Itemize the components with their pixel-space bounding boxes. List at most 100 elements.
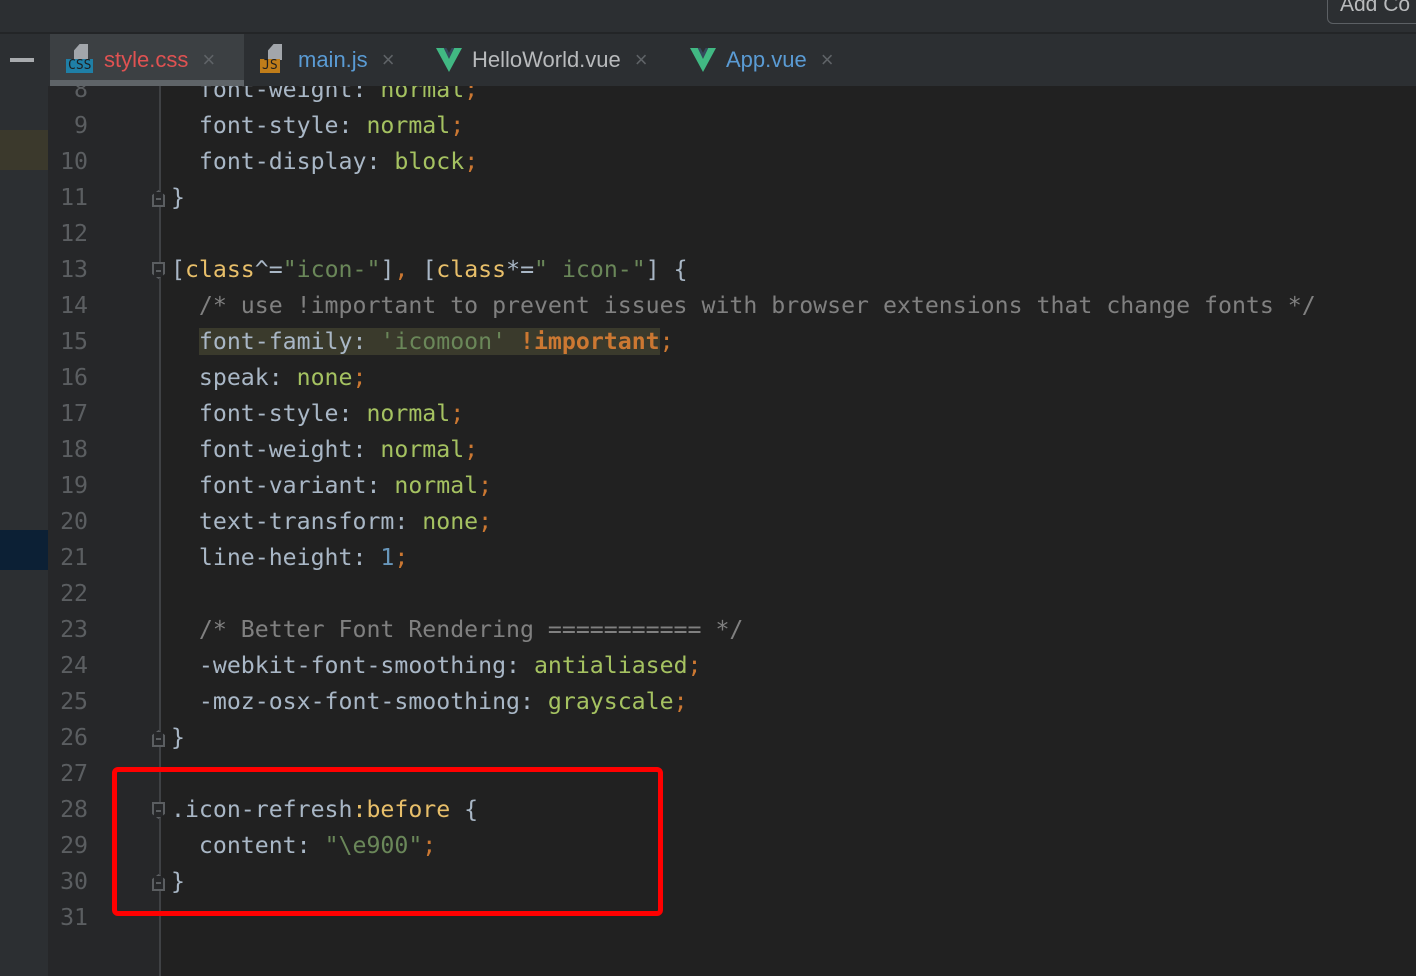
line-number: 15 (60, 328, 88, 355)
code-token: ] { (645, 256, 688, 283)
code-line: 25 -moz-osx-font-smoothing: grayscale; (0, 684, 1416, 720)
code-token: ; (464, 86, 479, 103)
code-text: font-style: normal; (171, 108, 464, 144)
code-token: " icon-" (534, 256, 646, 283)
code-text: font-display: block; (171, 144, 478, 180)
code-token: speak: (171, 364, 297, 391)
code-text: font-weight: normal; (171, 86, 478, 108)
code-text: } (171, 180, 185, 216)
code-token: ; (394, 544, 409, 571)
tab-label: App.vue (726, 47, 807, 72)
line-number: 29 (60, 832, 88, 859)
code-token: !important (520, 328, 660, 355)
tab-label: HelloWorld.vue (472, 47, 621, 72)
code-token: [ (171, 256, 185, 283)
code-token: font-weight (171, 86, 353, 103)
code-line: 24 -webkit-font-smoothing: antialiased; (0, 648, 1416, 684)
close-icon[interactable]: × (821, 47, 834, 73)
code-token: *= (506, 256, 535, 283)
code-line: 17 font-style: normal; (0, 396, 1416, 432)
line-number: 23 (60, 616, 88, 643)
code-token: font-weight: (171, 436, 381, 463)
line-number: 30 (60, 868, 88, 895)
code-line: 11} (0, 180, 1416, 216)
code-token: ; (687, 652, 702, 679)
code-token: ; (478, 472, 493, 499)
close-icon[interactable]: × (202, 47, 215, 73)
line-number: 16 (60, 364, 88, 391)
code-token: normal (380, 436, 465, 463)
code-token: antialiased (533, 652, 688, 679)
code-text: font-weight: normal; (171, 432, 478, 468)
code-token: "icon-" (282, 256, 381, 283)
code-token: font-style: (171, 400, 367, 427)
tab-label: main.js (298, 47, 368, 72)
vue-icon (436, 48, 462, 72)
code-text: } (171, 720, 185, 756)
minimize-icon[interactable] (10, 58, 34, 62)
top-toolbar: Add Co (0, 0, 1416, 34)
code-token: class (436, 256, 507, 283)
vue-icon (690, 48, 716, 72)
code-token: line-height: (171, 544, 381, 571)
line-number: 8 (74, 86, 88, 103)
code-token: ; (673, 688, 688, 715)
code-text: font-style: normal; (171, 396, 464, 432)
code-text: speak: none; (171, 360, 367, 396)
code-text: font-family: 'icomoon' !important; (171, 324, 674, 360)
line-number: 20 (60, 508, 88, 535)
code-token: ] (380, 256, 395, 283)
tab-main-js[interactable]: JS main.js × (244, 34, 418, 86)
line-number: 9 (74, 112, 88, 139)
code-text: text-transform: none; (171, 504, 492, 540)
line-number: 22 (60, 580, 88, 607)
tab-style-css[interactable]: CSS style.css × (50, 34, 244, 86)
tab-helloworld-vue[interactable]: HelloWorld.vue × (418, 34, 672, 86)
code-token: /* use !important to prevent issues with… (171, 292, 1316, 319)
annotation-highlight-box (112, 767, 663, 916)
code-token: block (394, 148, 465, 175)
tab-app-vue[interactable]: App.vue × (672, 34, 842, 86)
code-text: /* Better Font Rendering =========== */ (171, 612, 743, 648)
code-token: ; (464, 148, 479, 175)
code-token: class (184, 256, 255, 283)
code-token: none (422, 508, 479, 535)
code-token: 1 (380, 544, 395, 571)
fold-toggle-icon[interactable] (152, 190, 165, 207)
code-token: ^= (254, 256, 283, 283)
add-configuration-button[interactable]: Add Co (1327, 0, 1416, 24)
line-number: 24 (60, 652, 88, 679)
code-text: -moz-osx-font-smoothing: grayscale; (171, 684, 688, 720)
line-number: 25 (60, 688, 88, 715)
code-token: } (171, 724, 185, 751)
line-number: 28 (60, 796, 88, 823)
fold-toggle-icon[interactable] (152, 262, 165, 279)
line-number: 11 (60, 184, 88, 211)
code-text: -webkit-font-smoothing: antialiased; (171, 648, 702, 684)
code-line: 20 text-transform: none; (0, 504, 1416, 540)
close-icon[interactable]: × (382, 47, 395, 73)
code-token: : (352, 86, 381, 103)
line-number: 13 (60, 256, 88, 283)
code-token: [ (422, 256, 437, 283)
line-number: 10 (60, 148, 88, 175)
line-number: 21 (60, 544, 88, 571)
code-token: } (171, 184, 185, 211)
line-number: 19 (60, 472, 88, 499)
line-number: 31 (60, 904, 88, 931)
code-line: 10 font-display: block; (0, 144, 1416, 180)
code-token: font-variant: (171, 472, 395, 499)
code-token: /* Better Font Rendering =========== */ (171, 616, 744, 643)
code-line: 23 /* Better Font Rendering =========== … (0, 612, 1416, 648)
code-token: ; (352, 364, 367, 391)
code-token: -webkit-font-smoothing: (171, 652, 534, 679)
fold-toggle-icon[interactable] (152, 730, 165, 747)
close-icon[interactable]: × (635, 47, 648, 73)
line-number: 12 (60, 220, 88, 247)
code-line: 19 font-variant: normal; (0, 468, 1416, 504)
code-token: normal (366, 400, 451, 427)
code-token: font-display: (171, 148, 395, 175)
code-token: ; (450, 400, 465, 427)
code-token: text-transform: (171, 508, 423, 535)
code-line: 26} (0, 720, 1416, 756)
